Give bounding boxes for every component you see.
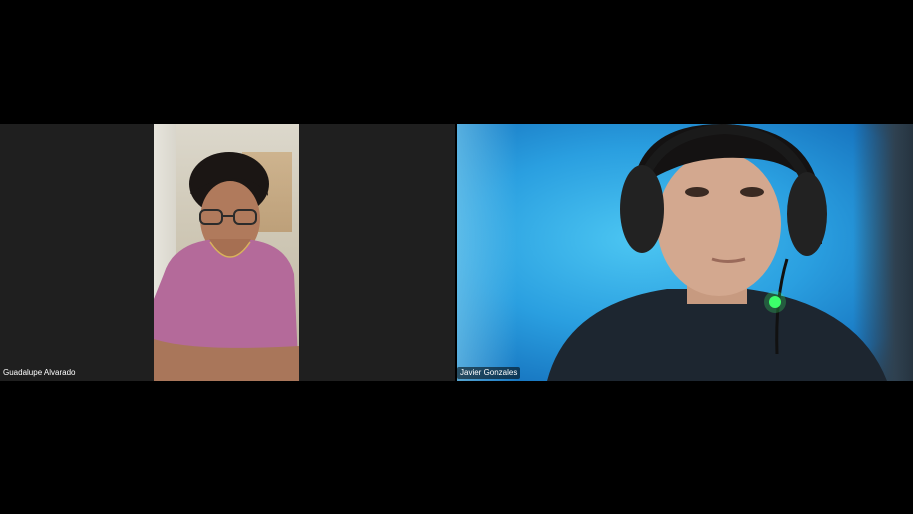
participant-silhouette — [547, 124, 887, 381]
participant-tile-javier[interactable]: Javier Gonzales — [457, 124, 913, 381]
participant-tile-guadalupe[interactable]: Guadalupe Alvarado — [0, 124, 455, 381]
meeting-gallery-view: Guadalupe Alvarado Javier Gonzales — [0, 0, 913, 514]
participant-name-label: Guadalupe Alvarado — [3, 368, 76, 377]
participant-silhouette — [154, 152, 299, 381]
participant-video-feed — [154, 124, 299, 381]
participant-video-feed — [457, 124, 913, 381]
participant-name-label: Javier Gonzales — [457, 367, 521, 379]
